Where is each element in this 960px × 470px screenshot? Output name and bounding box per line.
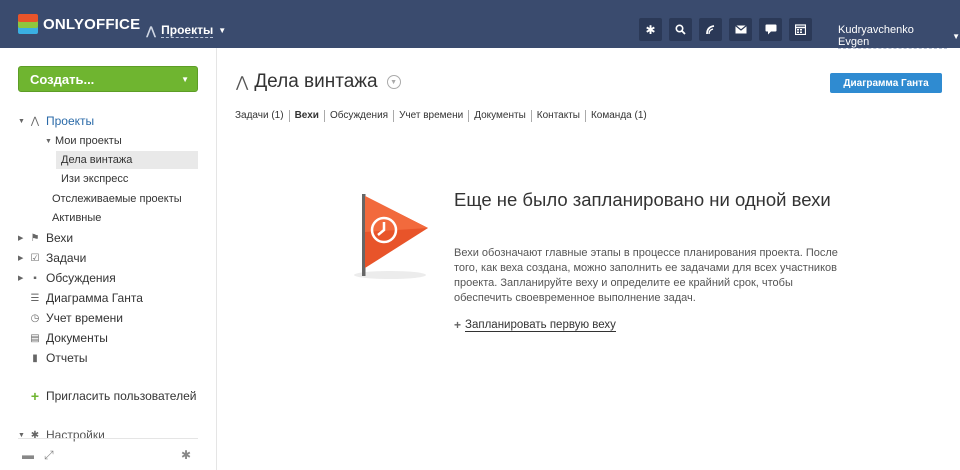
user-menu[interactable]: Kudryavchenko Evgen ▼ bbox=[838, 24, 960, 49]
chevron-down-icon: ▼ bbox=[181, 74, 189, 84]
projects-icon: ⋀ bbox=[30, 115, 40, 127]
tab-time-tracking[interactable]: Учет времени bbox=[393, 110, 468, 122]
projects-icon: ⋀ bbox=[146, 23, 157, 38]
document-icon: ▤ bbox=[30, 332, 40, 344]
module-label: Проекты bbox=[161, 23, 214, 38]
invite-users-link[interactable]: + Пригласить пользователей bbox=[18, 387, 197, 405]
sidebar-item-followed-projects[interactable]: Отслеживаемые проекты bbox=[52, 190, 182, 208]
calendar-icon[interactable] bbox=[789, 18, 812, 41]
page-title: ⋀ Дела винтажа ▼ bbox=[236, 71, 401, 93]
sidebar-item-documents[interactable]: ▤ Документы bbox=[18, 329, 108, 347]
sidebar-item-discussions[interactable]: ▶ ▪ Обсуждения bbox=[18, 269, 116, 287]
sidebar-item-label: Изи экспресс bbox=[61, 173, 129, 185]
plus-icon: + bbox=[30, 388, 40, 404]
chevron-down-icon: ▼ bbox=[218, 26, 227, 35]
tab-milestones[interactable]: Вехи bbox=[288, 110, 324, 122]
plan-first-milestone-label: Запланировать первую веху bbox=[465, 318, 616, 332]
sidebar-item-label: Документы bbox=[46, 331, 108, 345]
onlyoffice-logo[interactable]: ONLYOFFICE bbox=[18, 14, 140, 34]
sidebar-divider bbox=[216, 48, 217, 470]
chevron-down-icon: ▼ bbox=[952, 32, 960, 41]
sidebar-item-time-tracking[interactable]: ◷ Учет времени bbox=[18, 309, 123, 327]
sidebar-item-label: Отчеты bbox=[46, 351, 88, 365]
sidebar-item-my-projects[interactable]: ▼ Мои проекты bbox=[45, 132, 122, 150]
task-icon: ☑ bbox=[30, 252, 40, 264]
top-icons: ✱ bbox=[639, 18, 819, 41]
gantt-chart-button[interactable]: Диаграмма Ганта bbox=[830, 73, 942, 93]
sidebar-item-settings[interactable]: ▼ ✱ Настройки bbox=[18, 426, 105, 444]
empty-state-description: Вехи обозначают главные этапы в процессе… bbox=[454, 247, 838, 304]
search-icon[interactable] bbox=[669, 18, 692, 41]
refresh-icon[interactable]: ⤢ bbox=[44, 448, 54, 463]
gear-icon[interactable]: ✱ bbox=[181, 448, 191, 462]
clock-icon: ◷ bbox=[30, 312, 40, 324]
plus-icon: + bbox=[454, 318, 462, 332]
sidebar: Создать... ▼ ▼ ⋀ Проекты ▼ Мои проекты Д… bbox=[18, 66, 198, 442]
project-tabs: Задачи (1) Вехи Обсуждения Учет времени … bbox=[235, 110, 652, 122]
expand-arrow-icon[interactable]: ▼ bbox=[18, 118, 28, 125]
expand-arrow-icon[interactable]: ▶ bbox=[18, 274, 28, 282]
empty-state-title: Еще не было запланировано ни одной вехи bbox=[454, 189, 831, 210]
sidebar-item-label: Задачи bbox=[46, 251, 87, 265]
flag-icon: ⚑ bbox=[30, 232, 40, 244]
sidebar-item-label: Диаграмма Ганта bbox=[46, 291, 143, 305]
expand-arrow-icon[interactable]: ▶ bbox=[18, 234, 28, 242]
tab-documents[interactable]: Документы bbox=[468, 110, 531, 122]
sidebar-item-project[interactable]: Дела винтажа bbox=[56, 151, 198, 169]
top-navigation-bar: ONLYOFFICE ⋀ Проекты ▼ ✱ Kudryavchenko E… bbox=[0, 0, 960, 49]
user-name: Kudryavchenko Evgen bbox=[838, 24, 948, 49]
sidebar-item-label: Вехи bbox=[46, 231, 74, 245]
sidebar-item-project[interactable]: Изи экспресс bbox=[61, 170, 128, 188]
sidebar-item-tasks[interactable]: ▶ ☑ Задачи bbox=[18, 249, 86, 267]
invite-users-label: Пригласить пользователей bbox=[46, 389, 197, 403]
module-switcher[interactable]: ⋀ Проекты ▼ bbox=[146, 23, 226, 38]
sidebar-footer-divider bbox=[18, 438, 198, 439]
sidebar-item-label: Настройки bbox=[46, 428, 105, 442]
gantt-icon: ☰ bbox=[30, 292, 40, 304]
milestone-flag-icon bbox=[354, 194, 428, 279]
create-button-label: Создать... bbox=[30, 71, 95, 87]
gear-icon[interactable]: ✱ bbox=[639, 18, 662, 41]
tab-team[interactable]: Команда (1) bbox=[584, 110, 652, 122]
sidebar-item-label: Дела винтажа bbox=[61, 154, 133, 166]
sidebar-item-milestones[interactable]: ▶ ⚑ Вехи bbox=[18, 229, 73, 247]
sidebar-item-active[interactable]: Активные bbox=[52, 209, 101, 227]
project-title: Дела винтажа bbox=[254, 71, 378, 92]
sidebar-item-label: Отслеживаемые проекты bbox=[52, 193, 182, 205]
mail-icon[interactable] bbox=[729, 18, 752, 41]
sidebar-item-gantt[interactable]: ☰ Диаграмма Ганта bbox=[18, 289, 143, 307]
create-button[interactable]: Создать... ▼ bbox=[18, 66, 198, 92]
reports-icon: ▮ bbox=[32, 352, 38, 364]
projects-icon: ⋀ bbox=[236, 74, 249, 91]
sidebar-item-label: Активные bbox=[52, 212, 102, 224]
tab-discussions[interactable]: Обсуждения bbox=[323, 110, 393, 122]
sidebar-item-label: Учет времени bbox=[46, 311, 123, 325]
sidebar-item-reports[interactable]: ▮ Отчеты bbox=[18, 349, 87, 367]
expand-arrow-icon[interactable]: ▼ bbox=[45, 138, 52, 145]
sidebar-item-label: Обсуждения bbox=[46, 271, 116, 285]
expand-arrow-icon[interactable]: ▶ bbox=[18, 254, 28, 262]
tab-contacts[interactable]: Контакты bbox=[530, 110, 585, 122]
sidebar-item-label: Проекты bbox=[46, 114, 95, 128]
feed-icon[interactable] bbox=[699, 18, 722, 41]
discussion-icon: ▪ bbox=[33, 272, 37, 284]
sidebar-item-label: Мои проекты bbox=[54, 135, 122, 147]
project-menu-icon[interactable]: ▼ bbox=[386, 75, 401, 89]
plan-first-milestone-link[interactable]: + Запланировать первую веху bbox=[454, 318, 616, 332]
chat-icon[interactable] bbox=[759, 18, 782, 41]
chat-icon[interactable]: ▬ bbox=[22, 448, 34, 462]
sidebar-item-projects[interactable]: ▼ ⋀ Проекты bbox=[18, 112, 94, 130]
logo-text: ONLYOFFICE bbox=[43, 15, 141, 33]
tab-tasks[interactable]: Задачи (1) bbox=[235, 110, 289, 122]
logo-icon bbox=[18, 14, 38, 34]
